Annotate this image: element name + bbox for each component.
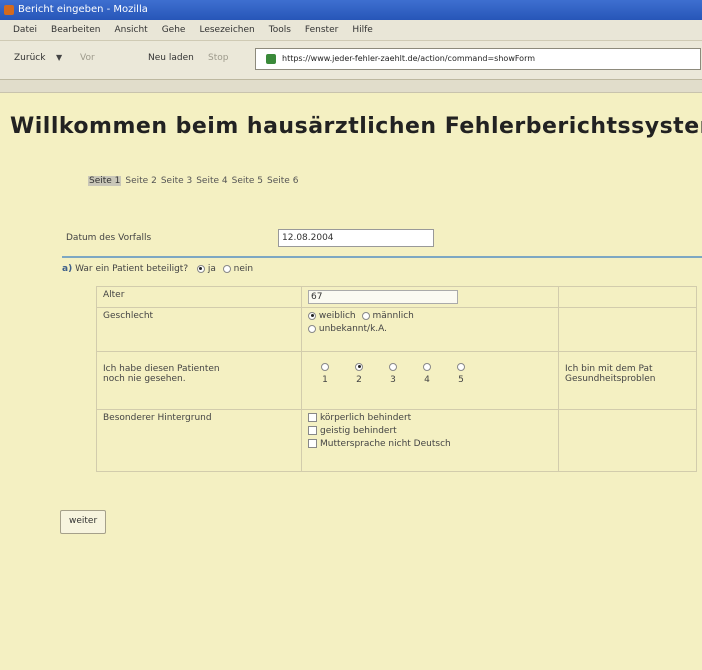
address-bar[interactable]: https://www.jeder-fehler-zaehlt.de/actio… <box>255 48 701 70</box>
label-weiblich: weiblich <box>318 311 356 321</box>
url-text: https://www.jeder-fehler-zaehlt.de/actio… <box>282 54 536 63</box>
table-row-gender: Geschlecht weiblich männlich unbekannt/k… <box>96 307 697 352</box>
familiarity-scale: 1 2 3 4 5 <box>301 351 559 410</box>
scale-label-2: 2 <box>356 375 362 385</box>
page-link-2[interactable]: Seite 2 <box>125 176 156 186</box>
menu-gehe[interactable]: Gehe <box>159 20 189 40</box>
table-row-background: Besonderer Hintergrund körperlich behind… <box>96 409 697 472</box>
familiarity-right-line1: Ich bin mit dem Pat <box>565 364 653 374</box>
scale-radio-1[interactable] <box>321 362 329 371</box>
secure-site-icon <box>266 54 276 64</box>
background-label: Besonderer Hintergrund <box>96 409 302 472</box>
toolbar-strip <box>0 80 702 93</box>
checkbox-koerperlich[interactable] <box>308 413 317 422</box>
weiter-button[interactable]: weiter <box>60 510 107 534</box>
familiarity-right-line2: Gesundheitsproblen <box>565 374 656 384</box>
radio-weiblich[interactable] <box>308 311 316 320</box>
scale-label-4: 4 <box>424 375 430 385</box>
familiarity-right-label: Ich bin mit dem Pat Gesundheitsproblen <box>558 351 697 410</box>
patient-details-table: Alter 67 Geschlecht weiblich männlich un… <box>96 286 697 472</box>
label-muttersprache: Muttersprache nicht Deutsch <box>320 439 451 449</box>
page-link-5[interactable]: Seite 5 <box>232 176 263 186</box>
window-title: Bericht eingeben - Mozilla <box>18 4 148 15</box>
forward-button[interactable]: Vor <box>80 53 95 63</box>
scale-label-5: 5 <box>458 375 464 385</box>
gender-label: Geschlecht <box>96 307 302 352</box>
table-row-familiarity: Ich habe diesen Patienten noch nie geseh… <box>96 351 697 410</box>
checkbox-muttersprache[interactable] <box>308 439 317 448</box>
back-dropdown-icon[interactable]: ▼ <box>56 53 62 62</box>
page-link-1[interactable]: Seite 1 <box>88 176 122 186</box>
menu-fenster[interactable]: Fenster <box>302 20 341 40</box>
background-options: körperlich behindert geistig behindert M… <box>301 409 559 472</box>
menu-tools[interactable]: Tools <box>266 20 294 40</box>
page-title: Willkommen beim hausärztlichen Fehlerber… <box>10 114 702 139</box>
date-field[interactable]: 12.08.2004 <box>278 229 434 247</box>
menu-datei[interactable]: Datei <box>10 20 40 40</box>
menu-hilfe[interactable]: Hilfe <box>349 20 375 40</box>
scale-radio-2[interactable] <box>355 362 363 371</box>
question-text: War ein Patient beteiligt? <box>75 264 189 274</box>
radio-no[interactable] <box>222 264 231 273</box>
age-label: Alter <box>96 286 302 308</box>
age-field[interactable]: 67 <box>308 290 458 304</box>
checkbox-geistig[interactable] <box>308 426 317 435</box>
familiarity-label-line1: Ich habe diesen Patienten <box>103 364 220 374</box>
label-koerperlich: körperlich behindert <box>320 413 412 423</box>
radio-maennlich[interactable] <box>361 311 370 320</box>
navigation-toolbar: Zurück ▼ Vor Neu laden Stop https://www.… <box>0 41 702 80</box>
question-prefix: a) <box>62 264 73 274</box>
scale-label-1: 1 <box>322 375 328 385</box>
radio-yes-label: ja <box>207 264 216 274</box>
familiarity-label-line2: noch nie gesehen. <box>103 374 186 384</box>
label-geistig: geistig behindert <box>320 426 397 436</box>
scale-radio-4[interactable] <box>423 362 431 371</box>
page-link-4[interactable]: Seite 4 <box>196 176 227 186</box>
back-button[interactable]: Zurück <box>14 53 45 63</box>
page-link-6[interactable]: Seite 6 <box>267 176 298 186</box>
scale-label-3: 3 <box>390 375 396 385</box>
label-maennlich: männlich <box>372 311 414 321</box>
date-label: Datum des Vorfalls <box>66 233 152 243</box>
menu-bearbeiten[interactable]: Bearbeiten <box>48 20 103 40</box>
table-row-age: Alter 67 <box>96 286 697 308</box>
scale-radio-5[interactable] <box>457 362 465 371</box>
menu-bar: Datei Bearbeiten Ansicht Gehe Lesezeichen Too… <box>0 20 702 41</box>
window-titlebar: Bericht eingeben - Mozilla <box>0 0 702 20</box>
radio-unbekannt[interactable] <box>308 324 316 333</box>
radio-no-label: nein <box>233 264 254 274</box>
radio-yes[interactable] <box>196 264 205 273</box>
label-unbekannt: unbekannt/k.A. <box>318 324 388 334</box>
menu-lesezeichen[interactable]: Lesezeichen <box>196 20 257 40</box>
stop-button[interactable]: Stop <box>208 53 228 63</box>
patient-question: a) War ein Patient beteiligt? ja nein <box>62 264 253 274</box>
gender-options: weiblich männlich unbekannt/k.A. <box>301 307 559 352</box>
menu-ansicht[interactable]: Ansicht <box>111 20 150 40</box>
page-navigation: Seite 1 Seite 2 Seite 3 Seite 4 Seite 5 Seite… <box>88 176 302 186</box>
familiarity-label: Ich habe diesen Patienten noch nie geseh… <box>96 351 302 410</box>
scale-radio-3[interactable] <box>389 362 397 371</box>
page-link-3[interactable]: Seite 3 <box>161 176 192 186</box>
section-divider <box>62 256 702 258</box>
reload-button[interactable]: Neu laden <box>148 53 194 63</box>
mozilla-app-icon <box>4 5 14 15</box>
